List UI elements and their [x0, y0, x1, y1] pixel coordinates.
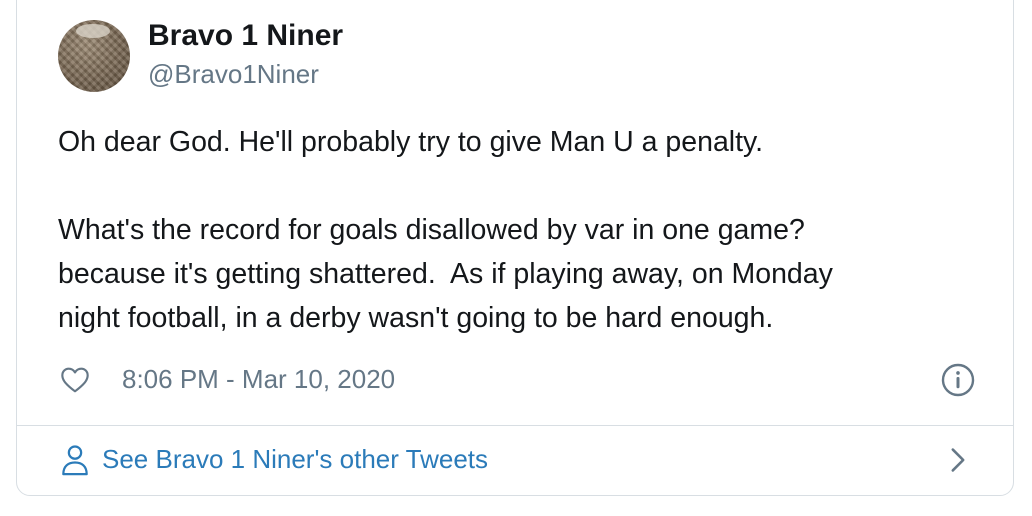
chevron-right-icon[interactable] [948, 447, 968, 473]
see-other-tweets-link[interactable]: See Bravo 1 Niner's other Tweets [58, 435, 978, 485]
see-other-tweets-label[interactable]: See Bravo 1 Niner's other Tweets [102, 444, 488, 475]
info-circle-icon[interactable] [940, 362, 976, 398]
person-icon [62, 445, 88, 476]
author-handle[interactable]: @Bravo1Niner [148, 59, 319, 90]
tweet-body: Oh dear God. He'll probably try to give … [58, 120, 988, 340]
avatar-highlight [76, 24, 110, 38]
tweet-timestamp[interactable]: 8:06 PM - Mar 10, 2020 [122, 364, 395, 395]
author-avatar[interactable] [58, 20, 130, 92]
author-display-name[interactable]: Bravo 1 Niner [148, 19, 343, 53]
tweet-paragraph-2: What's the record for goals disallowed b… [58, 214, 833, 334]
tweet-paragraph-1: Oh dear God. He'll probably try to give … [58, 126, 764, 158]
heart-outline-icon[interactable] [58, 364, 92, 396]
tweet-meta-row: 8:06 PM - Mar 10, 2020 [58, 360, 978, 400]
card-divider [17, 425, 1014, 426]
